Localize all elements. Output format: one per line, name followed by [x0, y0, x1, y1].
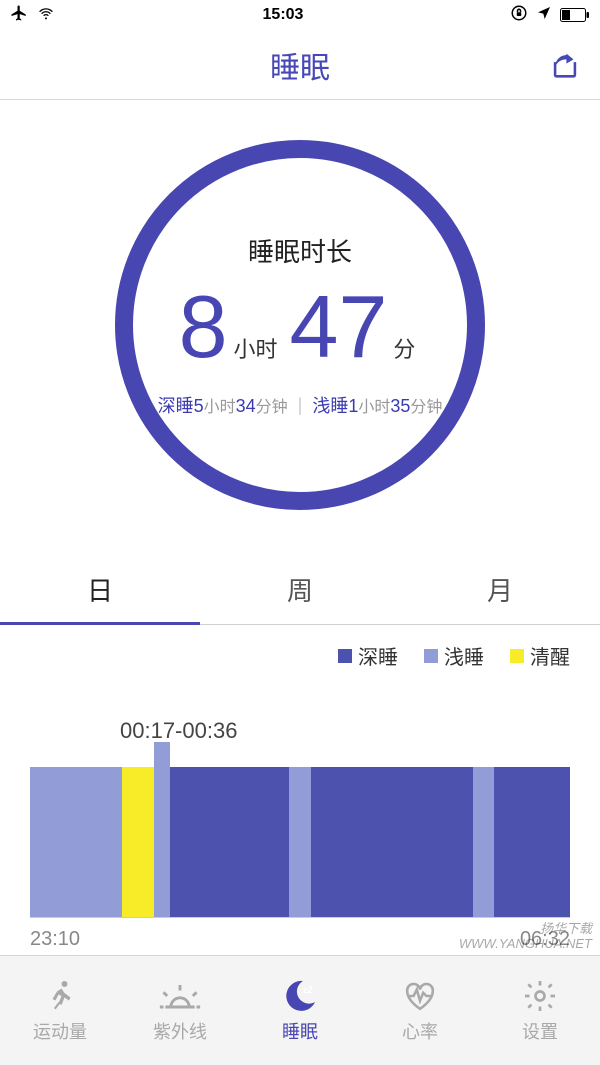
gear-icon: [518, 978, 562, 1014]
battery-icon: [560, 8, 590, 22]
location-icon: [536, 5, 552, 26]
status-bar: 15:03: [0, 0, 600, 30]
share-button[interactable]: [548, 48, 582, 82]
nav-activity[interactable]: 运动量: [0, 956, 120, 1065]
legend-awake: 清醒: [510, 641, 570, 670]
hours-unit: 小时: [234, 332, 284, 374]
status-left: [10, 4, 56, 27]
x-end: 06:32: [520, 928, 570, 951]
x-start: 23:10: [30, 928, 80, 951]
status-right: [510, 4, 590, 27]
sleep-chart: 00:17-00:36 23:10 06:32: [0, 718, 600, 955]
nav-label: 睡眠: [282, 1018, 318, 1044]
swatch-deep: [338, 649, 352, 663]
wifi-icon: [36, 5, 56, 26]
orientation-lock-icon: [510, 4, 528, 27]
page-title: 睡眠: [270, 43, 330, 87]
segment-deep[interactable]: [311, 767, 473, 917]
header: 睡眠: [0, 30, 600, 100]
segment-light[interactable]: [30, 767, 122, 917]
segment-light[interactable]: [473, 767, 495, 917]
tab-week[interactable]: 周: [200, 555, 400, 624]
minutes-unit: 分: [393, 332, 421, 374]
sleep-breakdown: 深睡5小时34分钟 | 浅睡1小时35分钟: [158, 392, 443, 418]
hours-value: 8: [179, 283, 228, 371]
legend-deep: 深睡: [338, 641, 398, 670]
chart-x-axis: 23:10 06:32: [30, 918, 570, 955]
nav-settings[interactable]: 设置: [480, 956, 600, 1065]
nav-heart[interactable]: 心率: [360, 956, 480, 1065]
segment-awake[interactable]: [122, 767, 154, 917]
swatch-awake: [510, 649, 524, 663]
svg-text:zZ: zZ: [303, 985, 314, 995]
deep-sleep-text: 深睡5小时34分钟: [158, 392, 288, 418]
nav-label: 运动量: [33, 1018, 87, 1044]
chart-legend: 深睡 浅睡 清醒: [0, 627, 600, 674]
scroll-area[interactable]: 睡眠时长 8 小时 47 分 深睡5小时34分钟 | 浅睡1小时35分钟 日 周…: [0, 100, 600, 955]
nav-label: 设置: [522, 1018, 558, 1044]
nav-uv[interactable]: 紫外线: [120, 956, 240, 1065]
segment-deep[interactable]: [494, 767, 570, 917]
nav-label: 紫外线: [153, 1018, 207, 1044]
range-tabs: 日 周 月: [0, 555, 600, 625]
moon-icon: zZ: [278, 978, 322, 1014]
airplane-icon: [10, 4, 28, 27]
legend-light: 浅睡: [424, 641, 484, 670]
minutes-value: 47: [290, 283, 388, 371]
status-time: 15:03: [263, 6, 304, 24]
sleep-duration-label: 睡眠时长: [248, 232, 352, 269]
runner-icon: [38, 978, 82, 1014]
nav-label: 心率: [402, 1018, 438, 1044]
sleep-ring: 睡眠时长 8 小时 47 分 深睡5小时34分钟 | 浅睡1小时35分钟: [115, 140, 485, 510]
light-sleep-text: 浅睡1小时35分钟: [312, 392, 442, 418]
sunrise-icon: [158, 978, 202, 1014]
separator: |: [298, 395, 303, 416]
segment-light[interactable]: [289, 767, 311, 917]
tab-day[interactable]: 日: [0, 555, 200, 624]
share-icon: [548, 48, 582, 82]
heart-rate-icon: [398, 978, 442, 1014]
swatch-light: [424, 649, 438, 663]
bottom-nav: 运动量 紫外线 zZ 睡眠 心率 设置: [0, 955, 600, 1065]
segment-light[interactable]: [154, 742, 170, 917]
sleep-duration-value: 8 小时 47 分: [179, 283, 422, 374]
tab-month[interactable]: 月: [400, 555, 600, 624]
nav-sleep[interactable]: zZ 睡眠: [240, 956, 360, 1065]
sleep-summary-ring: 睡眠时长 8 小时 47 分 深睡5小时34分钟 | 浅睡1小时35分钟: [0, 100, 600, 545]
active-tab-underline: [0, 622, 200, 625]
chart-bars[interactable]: [30, 718, 570, 918]
segment-deep[interactable]: [170, 767, 289, 917]
